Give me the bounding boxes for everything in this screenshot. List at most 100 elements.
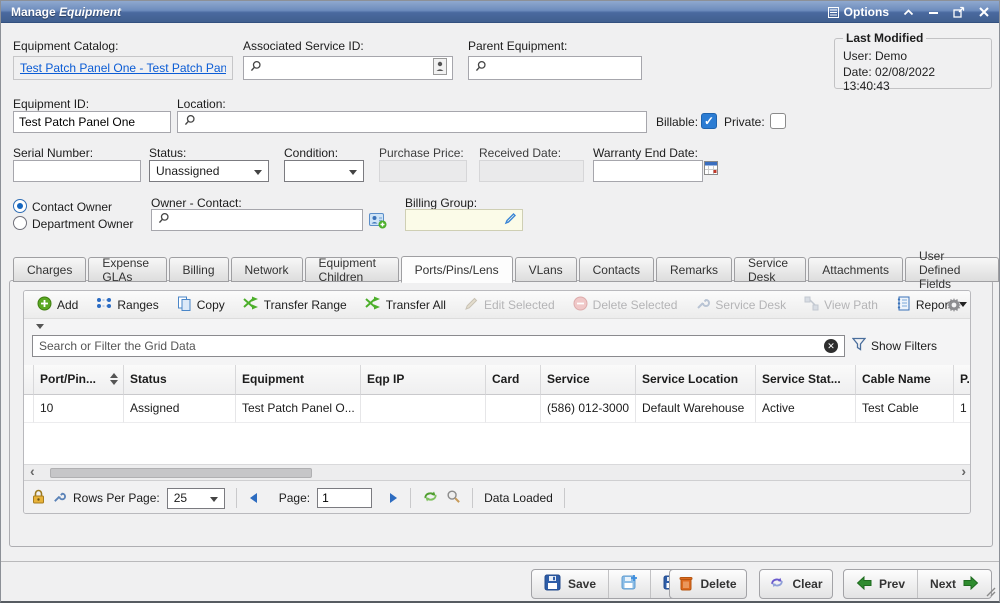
equipment-id-input[interactable] xyxy=(19,115,165,129)
tab-equipment-children[interactable]: Equipment Children xyxy=(305,257,399,282)
lock-icon[interactable] xyxy=(32,489,45,507)
owner-contact-field[interactable] xyxy=(151,209,363,231)
billing-group-field[interactable] xyxy=(405,209,523,231)
serial-number-input[interactable] xyxy=(19,164,135,178)
column-header-cable-name[interactable]: Cable Name xyxy=(856,365,954,395)
last-modified-date: Date: 02/08/2022 13:40:43 xyxy=(843,65,983,93)
page-number-input[interactable] xyxy=(317,488,372,508)
ranges-button[interactable]: Ranges xyxy=(89,294,165,315)
associated-service-id-field[interactable] xyxy=(243,56,453,80)
wrench-icon[interactable] xyxy=(52,490,66,507)
show-filters-button[interactable]: Show Filters xyxy=(852,337,937,354)
tab-billing[interactable]: Billing xyxy=(169,257,229,282)
calendar-icon[interactable] xyxy=(704,160,718,175)
sort-icon[interactable] xyxy=(110,373,118,385)
contact-owner-radio[interactable] xyxy=(13,199,27,213)
tab-contacts[interactable]: Contacts xyxy=(579,257,654,282)
transfer-all-button[interactable]: Transfer All xyxy=(358,294,453,315)
warranty-end-date-field[interactable] xyxy=(593,160,703,182)
tab-network[interactable]: Network xyxy=(231,257,303,282)
associated-service-id-input[interactable] xyxy=(266,61,429,75)
search-magnifier-icon xyxy=(183,114,196,130)
grid-search-input[interactable] xyxy=(39,339,824,353)
previous-page-icon[interactable] xyxy=(248,492,258,504)
owner-contact-input[interactable] xyxy=(174,213,357,227)
edit-pencil-icon[interactable] xyxy=(504,212,517,228)
cell-service-stat-[interactable]: Active xyxy=(756,395,856,423)
cell-service-location[interactable]: Default Warehouse xyxy=(636,395,756,423)
billable-checkbox[interactable]: ✓ xyxy=(701,113,717,129)
location-field[interactable] xyxy=(177,111,647,133)
refresh-icon[interactable] xyxy=(422,489,439,507)
cell-p-[interactable]: 1 xyxy=(954,395,971,423)
cell-service[interactable]: (586) 012-3000 xyxy=(541,395,636,423)
rows-per-page-select[interactable]: 25 xyxy=(167,488,225,509)
tab-expense-glas[interactable]: Expense GLAs xyxy=(88,257,166,282)
cell-eqp-ip[interactable] xyxy=(361,395,486,423)
location-input[interactable] xyxy=(200,115,641,129)
grid-search-field[interactable]: ✕ xyxy=(32,335,845,357)
show-filters-label: Show Filters xyxy=(871,339,937,353)
scrollbar-thumb[interactable] xyxy=(50,468,312,478)
minimize-icon[interactable] xyxy=(928,8,939,17)
cell-equipment[interactable]: Test Patch Panel O... xyxy=(236,395,361,423)
column-header-equipment[interactable]: Equipment xyxy=(236,365,361,395)
add-button[interactable]: Add xyxy=(30,294,85,316)
equipment-catalog-link[interactable]: Test Patch Panel One - Test Patch Panel … xyxy=(20,61,226,75)
save-button[interactable]: Save xyxy=(532,570,608,598)
copy-button[interactable]: Copy xyxy=(170,294,232,316)
add-contact-icon[interactable] xyxy=(369,211,387,229)
parent-equipment-input[interactable] xyxy=(491,61,636,75)
condition-select[interactable] xyxy=(284,160,364,182)
billing-group-input[interactable] xyxy=(411,213,500,227)
cell-cable-name[interactable]: Test Cable xyxy=(856,395,954,423)
tab-user-defined-fields[interactable]: User Defined Fields xyxy=(905,257,999,282)
tab-attachments[interactable]: Attachments xyxy=(808,257,903,282)
tab-remarks[interactable]: Remarks xyxy=(656,257,732,282)
equipment-id-field[interactable] xyxy=(13,111,171,133)
clear-search-icon[interactable]: ✕ xyxy=(824,339,838,353)
column-header-p-[interactable]: P... xyxy=(954,365,971,395)
clear-button[interactable]: Clear xyxy=(759,569,833,599)
delete-button[interactable]: Delete xyxy=(669,569,747,599)
tab-charges[interactable]: Charges xyxy=(13,257,86,282)
warranty-end-date-input[interactable] xyxy=(599,164,697,178)
tab-vlans[interactable]: VLans xyxy=(515,257,577,282)
serial-number-field[interactable] xyxy=(13,160,141,182)
resize-grip[interactable] xyxy=(984,585,996,600)
next-button[interactable]: Next xyxy=(917,570,991,598)
column-header-service-location[interactable]: Service Location xyxy=(636,365,756,395)
tab-ports-pins-lens[interactable]: Ports/Pins/Lens xyxy=(401,256,513,283)
service-picker-icon[interactable] xyxy=(433,58,447,78)
next-page-icon[interactable] xyxy=(389,492,399,504)
cell-port-pin-[interactable]: 10 xyxy=(34,395,124,423)
popout-icon[interactable] xyxy=(953,6,965,18)
horizontal-scrollbar[interactable]: ‹ › xyxy=(24,464,971,480)
close-icon[interactable] xyxy=(979,7,989,17)
status-select[interactable]: Unassigned xyxy=(149,160,269,182)
title-bar[interactable]: Manage Equipment Options xyxy=(1,1,999,23)
column-header-port-pin-[interactable]: Port/Pin... xyxy=(34,365,124,395)
column-header-service[interactable]: Service xyxy=(541,365,636,395)
column-header-service-stat-[interactable]: Service Stat... xyxy=(756,365,856,395)
column-header-card[interactable]: Card xyxy=(486,365,541,395)
scroll-right-icon[interactable]: › xyxy=(961,463,966,479)
prev-button[interactable]: Prev xyxy=(844,570,917,598)
column-header-eqp-ip[interactable]: Eqp IP xyxy=(361,365,486,395)
parent-equipment-field[interactable] xyxy=(468,56,642,80)
table-row[interactable]: 10AssignedTest Patch Panel O... (586) 012… xyxy=(24,395,971,423)
options-button[interactable]: Options xyxy=(828,5,889,19)
quick-search-icon[interactable] xyxy=(446,489,461,507)
gear-icon[interactable] xyxy=(946,297,962,316)
private-checkbox[interactable] xyxy=(770,113,786,129)
save-and-new-button[interactable] xyxy=(608,570,650,598)
cell-status[interactable]: Assigned xyxy=(124,395,236,423)
transfer-range-button[interactable]: Transfer Range xyxy=(236,294,354,315)
collapse-icon[interactable] xyxy=(903,8,914,17)
toolbar-overflow-caret[interactable] xyxy=(36,324,44,329)
cell-card[interactable] xyxy=(486,395,541,423)
tab-service-desk[interactable]: Service Desk xyxy=(734,257,806,282)
scroll-left-icon[interactable]: ‹ xyxy=(30,463,35,479)
department-owner-radio[interactable] xyxy=(13,216,27,230)
column-header-status[interactable]: Status xyxy=(124,365,236,395)
